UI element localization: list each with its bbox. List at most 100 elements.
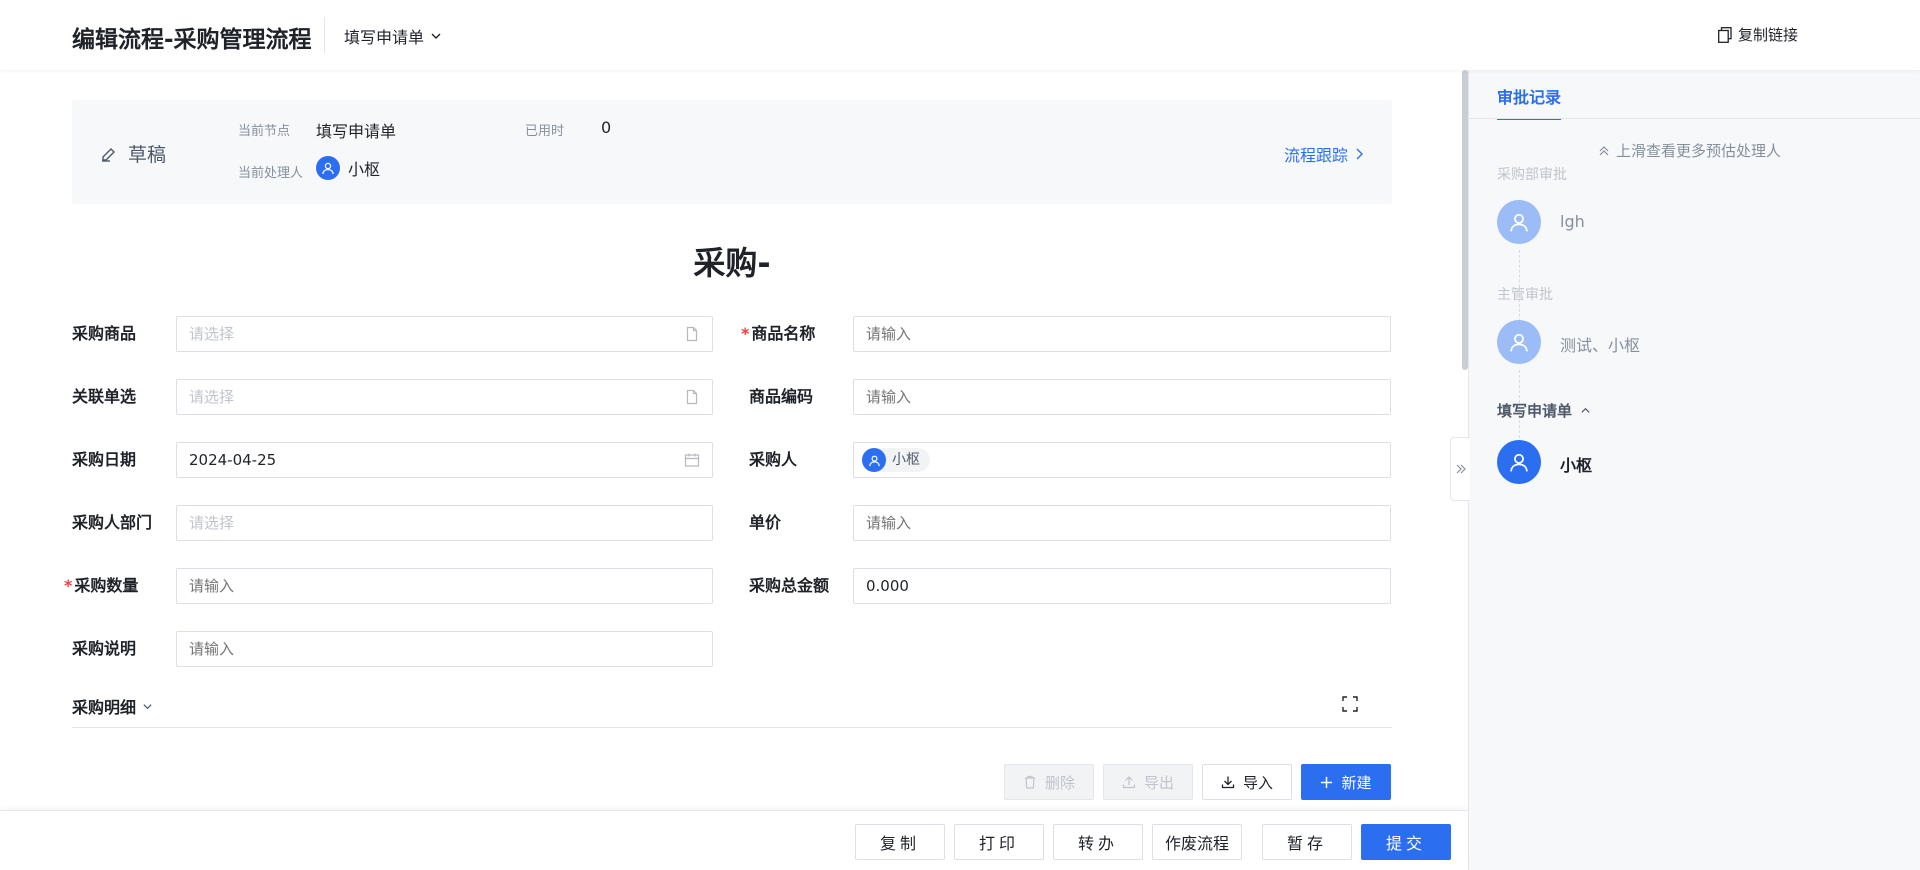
- node-label: 采购部审批: [1497, 167, 1567, 183]
- main-content: 草稿 当前节点 填写申请单 已用时 0 当前处理人 小枢 流程跟踪 采购- 采购…: [0, 70, 1468, 810]
- more-handlers-hint[interactable]: 上滑查看更多预估处理人: [1598, 140, 1781, 161]
- price-input[interactable]: [853, 505, 1391, 541]
- desc-label: 采购说明: [72, 639, 137, 658]
- product-code-input[interactable]: [853, 379, 1391, 415]
- copy-icon: [1718, 26, 1732, 43]
- buyer-label: 采购人: [749, 450, 798, 469]
- print-button[interactable]: 打印: [954, 824, 1044, 860]
- product-label: 采购商品: [72, 324, 137, 343]
- status-card: 草稿 当前节点 填写申请单 已用时 0 当前处理人 小枢 流程跟踪: [72, 100, 1392, 204]
- file-icon: [686, 326, 698, 342]
- handler-value: 小枢: [348, 160, 381, 179]
- related-label: 关联单选: [72, 387, 137, 406]
- chevron-up-icon: [1581, 407, 1590, 413]
- quantity-input[interactable]: [176, 568, 713, 604]
- double-chevron-right-icon: [1456, 464, 1466, 474]
- related-select[interactable]: 请选择: [176, 379, 713, 415]
- page-title: 编辑流程-采购管理流程: [72, 27, 312, 53]
- file-icon: [686, 389, 698, 405]
- desc-input[interactable]: [176, 631, 713, 667]
- trace-link-label: 流程跟踪: [1283, 146, 1348, 165]
- required-mark: *: [64, 576, 73, 595]
- dept-select[interactable]: 请选择: [176, 505, 713, 541]
- node-toggle[interactable]: 填写申请单: [1497, 400, 1591, 421]
- copy-link-label: 复制链接: [1738, 26, 1799, 44]
- user-avatar-icon: [1497, 440, 1541, 484]
- top-header: 编辑流程-采购管理流程 填写申请单 复制链接: [0, 0, 1920, 70]
- draft-label: 草稿: [128, 144, 167, 166]
- dept-placeholder: 请选择: [189, 514, 235, 532]
- export-button[interactable]: 导出: [1103, 764, 1193, 800]
- transfer-button[interactable]: 转办: [1053, 824, 1143, 860]
- quantity-label: * 采购数量: [64, 568, 138, 604]
- save-draft-button[interactable]: 暂存: [1262, 824, 1352, 860]
- elapsed-label: 已用时: [525, 124, 565, 139]
- date-picker[interactable]: 2024-04-25: [176, 442, 713, 478]
- void-process-button[interactable]: 作废流程: [1152, 824, 1242, 860]
- node-label: 填写申请单: [1497, 402, 1573, 420]
- buyer-picker[interactable]: 小枢: [853, 442, 1391, 478]
- total-label: 采购总金额: [749, 576, 830, 595]
- approval-side-panel: 审批记录 上滑查看更多预估处理人 采购部审批 lgh 主管审批 测试、小枢 填写…: [1469, 70, 1920, 870]
- collapse-panel-handle[interactable]: [1450, 437, 1470, 501]
- user-avatar-icon: [862, 448, 886, 472]
- node-label: 主管审批: [1497, 287, 1553, 303]
- user-avatar-icon: [316, 156, 340, 180]
- detail-title: 采购明细: [72, 698, 137, 717]
- date-label: 采购日期: [72, 450, 137, 469]
- product-name-label-text: 商品名称: [751, 324, 816, 343]
- buyer-chip-label: 小枢: [892, 452, 920, 468]
- footer-bar: 复制 打印 转办 作废流程 暂存 提交: [0, 810, 1468, 870]
- elapsed-value: 0: [601, 118, 612, 137]
- product-placeholder: 请选择: [189, 325, 235, 343]
- current-node-value: 填写申请单: [316, 122, 397, 141]
- fullscreen-icon[interactable]: [1342, 696, 1358, 712]
- required-mark: *: [741, 324, 750, 343]
- tab-divider: [1469, 118, 1920, 119]
- more-handlers-label: 上滑查看更多预估处理人: [1616, 142, 1782, 160]
- process-trace-link[interactable]: 流程跟踪: [1284, 142, 1364, 166]
- node-select-dropdown[interactable]: 填写申请单: [344, 24, 442, 48]
- chevron-down-icon: [431, 33, 441, 39]
- title-divider: [324, 17, 325, 53]
- copy-button[interactable]: 复制: [855, 824, 945, 860]
- export-label: 导出: [1143, 773, 1174, 792]
- download-icon: [1221, 776, 1235, 789]
- total-amount-field[interactable]: 0.000: [853, 568, 1391, 604]
- submit-button[interactable]: 提交: [1361, 824, 1451, 860]
- tab-approval-records[interactable]: 审批记录: [1497, 84, 1562, 120]
- current-handler: 小枢: [316, 156, 380, 180]
- new-button[interactable]: 新建: [1301, 764, 1391, 800]
- delete-button[interactable]: 删除: [1004, 764, 1094, 800]
- import-label: 导入: [1242, 773, 1273, 792]
- product-name-input[interactable]: [853, 316, 1391, 352]
- user-avatar-icon: [1497, 320, 1541, 364]
- quantity-label-text: 采购数量: [74, 576, 139, 595]
- chevron-right-icon: [1356, 148, 1363, 160]
- form-title: 采购-: [693, 244, 771, 282]
- node-person: 小枢: [1560, 456, 1593, 475]
- node-select-label: 填写申请单: [344, 28, 425, 47]
- calendar-icon: [684, 453, 700, 467]
- product-code-label: 商品编码: [749, 387, 814, 406]
- import-button[interactable]: 导入: [1202, 764, 1292, 800]
- handler-label: 当前处理人: [238, 166, 304, 181]
- draft-status: 草稿: [100, 140, 166, 167]
- plus-icon: [1321, 776, 1333, 788]
- trash-icon: [1024, 775, 1035, 789]
- total-value: 0.000: [866, 577, 909, 595]
- detail-section-header: 采购明细: [72, 686, 1392, 728]
- buyer-chip[interactable]: 小枢: [862, 448, 930, 472]
- chevron-down-icon: [143, 703, 152, 709]
- product-name-label: * 商品名称: [741, 316, 815, 352]
- node-person: lgh: [1560, 212, 1585, 231]
- double-chevron-up-icon: [1599, 145, 1609, 155]
- date-value: 2024-04-25: [189, 451, 277, 469]
- detail-toggle[interactable]: 采购明细: [72, 694, 153, 718]
- copy-link-button[interactable]: 复制链接: [1718, 24, 1798, 45]
- node-person: 测试、小枢: [1560, 336, 1641, 355]
- product-select[interactable]: 请选择: [176, 316, 713, 352]
- delete-label: 删除: [1044, 773, 1075, 792]
- related-placeholder: 请选择: [189, 388, 235, 406]
- dept-label: 采购人部门: [72, 513, 153, 532]
